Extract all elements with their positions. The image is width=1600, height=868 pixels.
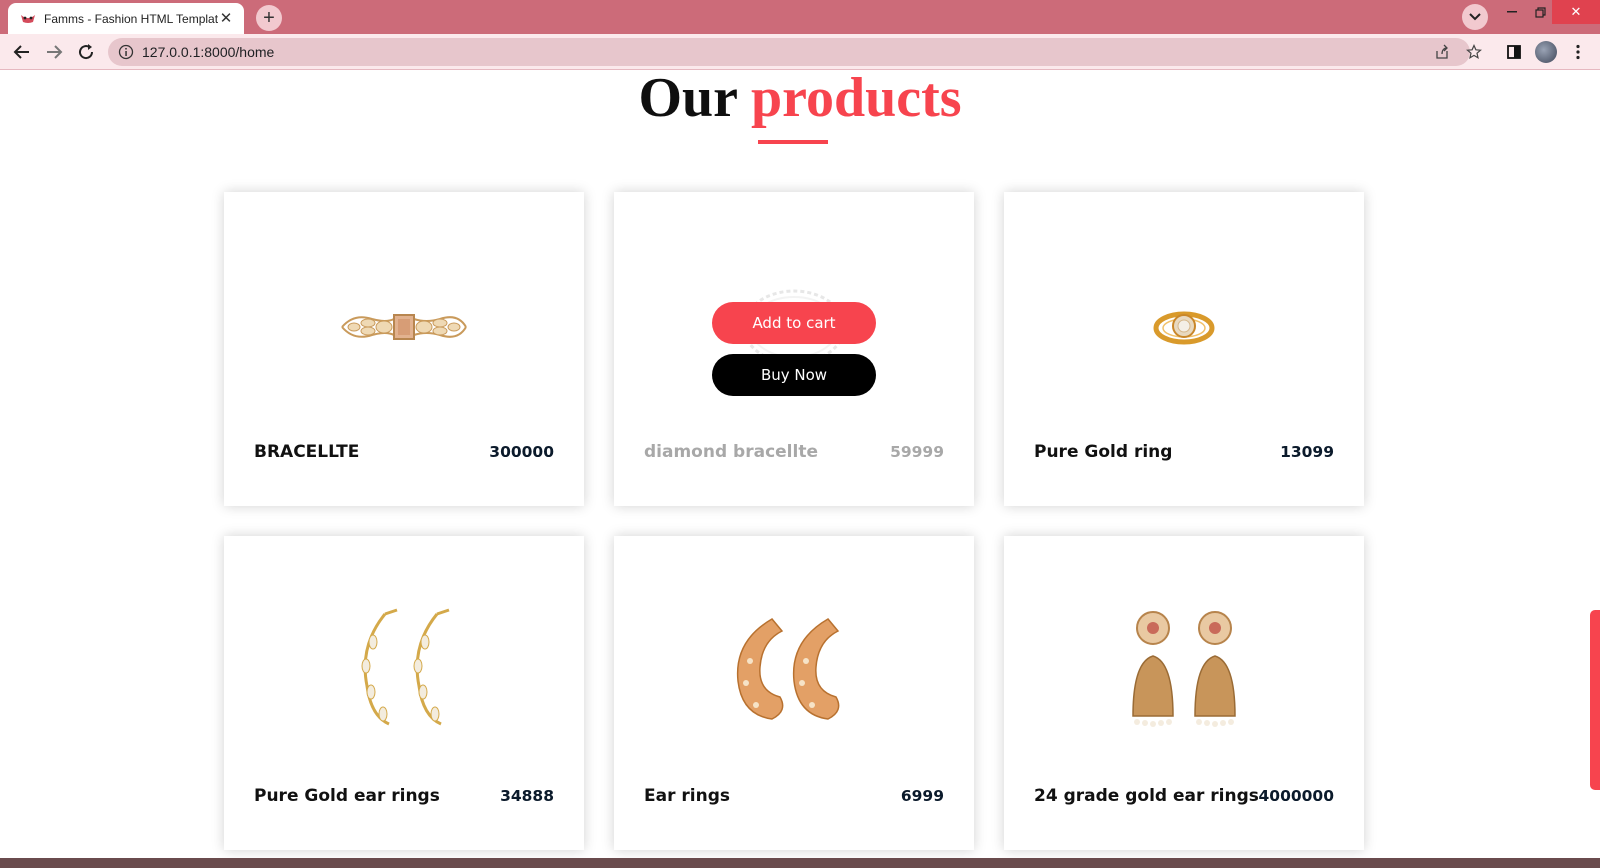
new-tab-button[interactable]: + — [256, 5, 282, 31]
os-taskbar — [0, 858, 1600, 868]
tab-title: Famms - Fashion HTML Template — [44, 11, 218, 26]
back-button[interactable] — [10, 40, 34, 64]
bracelet-icon[interactable] — [224, 232, 584, 422]
info-icon[interactable] — [118, 44, 134, 60]
tab-search-button[interactable] — [1462, 4, 1488, 30]
product-card[interactable]: Ear rings 6999 — [614, 536, 974, 850]
product-name[interactable]: Ear rings — [644, 786, 730, 806]
browser-tab[interactable]: Famms - Fashion HTML Template ✕ — [8, 3, 244, 34]
arrow-right-icon — [47, 45, 63, 59]
product-price: 300000 — [489, 443, 554, 461]
chevron-down-icon — [1469, 13, 1481, 21]
product-name[interactable]: Pure Gold ear rings — [254, 786, 440, 806]
heading-accent: products — [750, 70, 962, 129]
product-card[interactable]: BRACELLTE 300000 — [224, 192, 584, 506]
share-icon[interactable] — [1430, 40, 1454, 64]
reload-icon — [79, 44, 94, 60]
browser-tab-strip: Famms - Fashion HTML Template ✕ + ✕ — [0, 0, 1600, 34]
buy-now-button[interactable]: Buy Now — [712, 354, 876, 396]
product-card[interactable]: 24 grade gold ear rings 4000000 — [1004, 536, 1364, 850]
bookmark-star-icon[interactable] — [1462, 40, 1486, 64]
scrollbar-thumb[interactable] — [1590, 610, 1600, 790]
product-name[interactable]: diamond bracellte — [644, 442, 818, 462]
close-tab-icon[interactable]: ✕ — [218, 10, 234, 27]
hoop-earrings-icon[interactable] — [224, 576, 584, 766]
heading-underline — [758, 140, 828, 144]
address-bar[interactable]: 127.0.0.1:8000/home — [108, 38, 1470, 66]
product-price: 4000000 — [1258, 787, 1335, 805]
product-card[interactable]: Pure Gold ring 13099 — [1004, 192, 1364, 506]
product-price: 59999 — [890, 443, 944, 461]
product-card[interactable]: Add to cart Buy Now diamond bracellte 59… — [614, 192, 974, 506]
leaf-earrings-icon[interactable] — [614, 576, 974, 766]
page-content: Our products BRACELLTE 300000 Add to car… — [0, 70, 1600, 858]
product-name[interactable]: Pure Gold ring — [1034, 442, 1172, 462]
product-card[interactable]: Pure Gold ear rings 34888 — [224, 536, 584, 850]
section-heading: Our products — [0, 70, 1600, 126]
forward-button[interactable] — [42, 40, 66, 64]
jhumka-earrings-icon[interactable] — [1004, 576, 1364, 766]
add-to-cart-button[interactable]: Add to cart — [712, 302, 876, 344]
product-price: 13099 — [1280, 443, 1334, 461]
heading-prefix: Our — [638, 70, 737, 129]
product-price: 6999 — [900, 787, 944, 805]
product-price: 34888 — [500, 787, 554, 805]
url-text: 127.0.0.1:8000/home — [142, 44, 275, 60]
profile-avatar[interactable] — [1534, 40, 1558, 64]
product-name[interactable]: BRACELLTE — [254, 442, 359, 462]
more-menu-icon[interactable] — [1566, 40, 1590, 64]
reload-button[interactable] — [74, 40, 98, 64]
ring-icon[interactable] — [1004, 232, 1364, 422]
product-name[interactable]: 24 grade gold ear rings — [1034, 786, 1259, 806]
browser-toolbar: 127.0.0.1:8000/home — [0, 34, 1600, 70]
side-panel-icon[interactable] — [1502, 40, 1526, 64]
arrow-left-icon — [13, 45, 29, 59]
close-window-button[interactable]: ✕ — [1552, 0, 1600, 24]
favicon-icon — [20, 11, 36, 27]
